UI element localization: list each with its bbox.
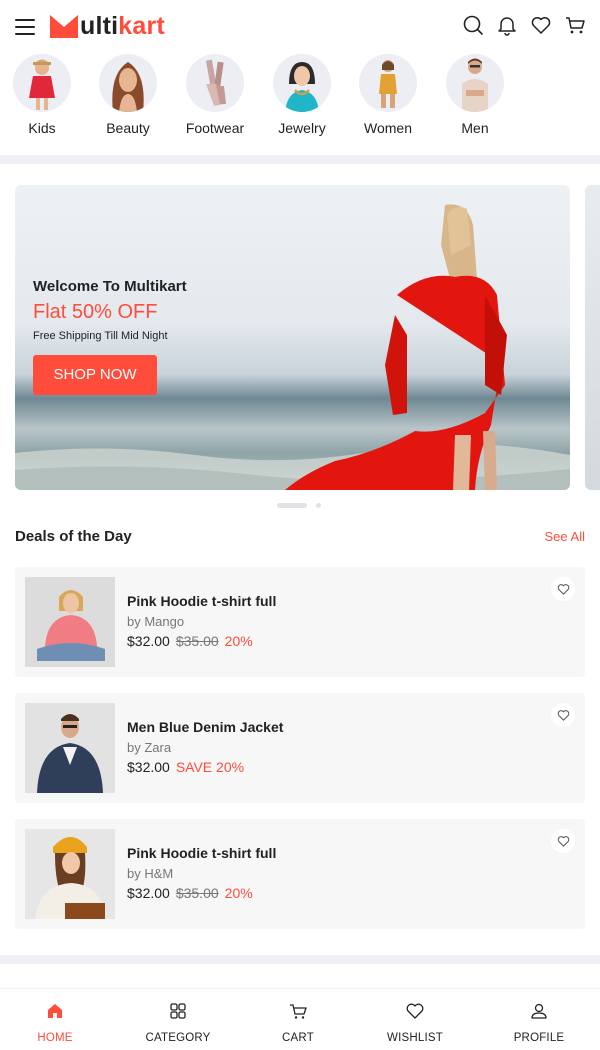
nav-label: PROFILE xyxy=(513,1032,565,1044)
multikart-logo[interactable]: ultikart xyxy=(49,11,165,41)
nav-home[interactable]: HOME xyxy=(5,1001,105,1044)
nav-label: HOME xyxy=(37,1032,73,1044)
wishlist-heart-icon[interactable] xyxy=(551,703,575,727)
product-brand: by H&M xyxy=(127,866,174,881)
category-label: Men xyxy=(461,120,489,136)
bottom-navigation: HOME CATEGORY CART WISHLIST PROFILE xyxy=(0,988,600,1050)
nav-label: CART xyxy=(282,1032,314,1044)
product-name[interactable]: Pink Hoodie t-shirt full xyxy=(127,593,276,609)
profile-icon xyxy=(531,1003,547,1019)
nav-profile[interactable]: PROFILE xyxy=(489,1001,589,1044)
category-label: Footwear xyxy=(185,120,245,136)
category-icon xyxy=(170,1003,186,1019)
heart-icon xyxy=(406,1003,424,1019)
search-icon[interactable] xyxy=(462,14,484,36)
carousel-dot[interactable] xyxy=(316,503,321,508)
category-label: Beauty xyxy=(106,120,150,136)
product-discount: 20% xyxy=(224,633,253,649)
banner-welcome: Welcome To Multikart xyxy=(33,278,187,295)
nav-wishlist[interactable]: WISHLIST xyxy=(365,1001,465,1044)
product-name[interactable]: Men Blue Denim Jacket xyxy=(127,719,283,735)
section-divider xyxy=(0,955,600,964)
nav-label: WISHLIST xyxy=(387,1032,443,1044)
banner-shipping: Free Shipping Till Mid Night xyxy=(33,330,168,342)
jewelry-avatar xyxy=(273,54,331,112)
carousel-indicator xyxy=(277,503,321,508)
product-price: $32.00 xyxy=(127,885,170,901)
product-image xyxy=(25,577,115,667)
category-strip: Kids Beauty Footwear Jewelry Women Men xyxy=(0,52,600,148)
product-old-price: $35.00 xyxy=(175,885,219,901)
women-avatar xyxy=(359,54,417,112)
product-image xyxy=(25,703,115,793)
category-women[interactable]: Women xyxy=(345,54,431,136)
footwear-avatar xyxy=(186,54,244,112)
logo-m-mark xyxy=(50,15,78,38)
category-jewelry[interactable]: Jewelry xyxy=(259,54,345,136)
product-info: Pink Hoodie t-shirt full by Mango $32.00… xyxy=(127,593,276,649)
logo-text: ultikart xyxy=(80,12,165,41)
wishlist-heart-icon[interactable] xyxy=(551,829,575,853)
menu-icon[interactable] xyxy=(15,19,35,35)
heart-icon[interactable] xyxy=(530,14,552,36)
product-name[interactable]: Pink Hoodie t-shirt full xyxy=(127,845,276,861)
cart-icon xyxy=(290,1004,307,1019)
next-banner-peek[interactable] xyxy=(585,185,600,490)
category-kids[interactable]: Kids xyxy=(0,54,85,136)
men-avatar xyxy=(446,54,504,112)
product-old-price: $35.00 xyxy=(175,633,219,649)
section-divider xyxy=(0,155,600,164)
product-info: Pink Hoodie t-shirt full by H&M $32.00 $3… xyxy=(127,845,276,901)
cart-icon[interactable] xyxy=(564,14,586,36)
product-card[interactable]: Pink Hoodie t-shirt full by Mango $32.00… xyxy=(15,567,585,677)
hero-banner[interactable]: Welcome To Multikart Flat 50% OFF Free S… xyxy=(15,185,570,490)
logo-suffix: kart xyxy=(118,11,165,40)
product-brand: by Zara xyxy=(127,740,172,755)
home-icon xyxy=(48,1004,62,1018)
banner-copy: Welcome To Multikart Flat 50% OFF Free S… xyxy=(33,278,187,395)
logo-prefix: ulti xyxy=(80,11,119,40)
bell-icon[interactable] xyxy=(496,14,518,36)
category-label: Kids xyxy=(28,120,56,136)
product-discount: 20% xyxy=(224,885,253,901)
app-header: ultikart xyxy=(0,0,600,52)
banner-offer: Flat 50% OFF xyxy=(33,301,158,323)
category-label: Women xyxy=(364,120,412,136)
product-image xyxy=(25,829,115,919)
category-footwear[interactable]: Footwear xyxy=(172,54,258,136)
product-price-row: $32.00 $35.00 20% xyxy=(127,885,276,901)
product-price-row: $32.00 SAVE 20% xyxy=(127,759,283,775)
deals-title: Deals of the Day xyxy=(15,528,132,545)
shop-now-button[interactable]: SHOP NOW xyxy=(33,355,157,395)
category-label: Jewelry xyxy=(278,120,326,136)
nav-category[interactable]: CATEGORY xyxy=(128,1001,228,1044)
nav-label: CATEGORY xyxy=(145,1032,211,1044)
product-brand: by Mango xyxy=(127,614,185,629)
product-price-row: $32.00 $35.00 20% xyxy=(127,633,276,649)
category-men[interactable]: Men xyxy=(432,54,518,136)
product-price: $32.00 xyxy=(127,633,170,649)
product-info: Men Blue Denim Jacket by Zara $32.00 SAVE… xyxy=(127,719,283,775)
product-discount: SAVE 20% xyxy=(175,759,245,775)
carousel-dot-active[interactable] xyxy=(277,503,307,508)
nav-cart[interactable]: CART xyxy=(248,1001,348,1044)
see-all-link[interactable]: See All xyxy=(545,529,585,544)
product-card[interactable]: Men Blue Denim Jacket by Zara $32.00 SAVE… xyxy=(15,693,585,803)
kids-avatar xyxy=(13,54,71,112)
wishlist-heart-icon[interactable] xyxy=(551,577,575,601)
product-price: $32.00 xyxy=(127,759,170,775)
category-beauty[interactable]: Beauty xyxy=(85,54,171,136)
product-card[interactable]: Pink Hoodie t-shirt full by H&M $32.00 $3… xyxy=(15,819,585,929)
beauty-avatar xyxy=(99,54,157,112)
